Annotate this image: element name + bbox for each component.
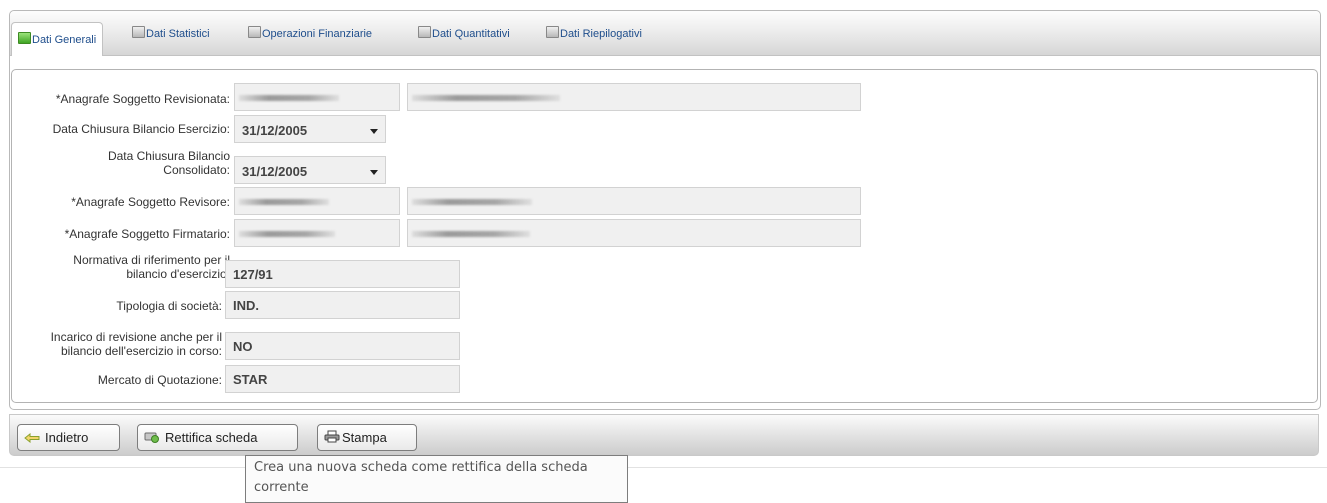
tab-icon (132, 26, 145, 38)
tab-dati-riepilogativi[interactable]: Dati Riepilogativi (540, 21, 648, 47)
printer-icon (324, 426, 340, 451)
tipologia-field[interactable]: IND. (225, 291, 460, 319)
bottom-toolbar: Indietro Rettifica scheda Stampa (9, 414, 1319, 456)
chiusura-consolidato-label-line1: Data Chiusura Bilancio (107, 149, 230, 163)
normativa-label-line1: Normativa di riferimento per il (73, 253, 230, 267)
tipologia-label: Tipologia di società: (116, 299, 222, 313)
incarico-label-line2: bilancio dell'esercizio in corso: (60, 344, 222, 358)
tab-icon (546, 26, 559, 38)
rectify-button-label: Rettifica scheda (165, 430, 258, 445)
incarico-label: Incarico di revisione anche per il bilan… (12, 330, 222, 358)
back-button-label: Indietro (45, 430, 89, 445)
back-button[interactable]: Indietro (17, 424, 120, 451)
revisionata-label: *Anagrafe Soggetto Revisionata: (55, 92, 230, 106)
print-button-label: Stampa (342, 430, 387, 445)
firmatario-label: *Anagrafe Soggetto Firmatario: (64, 227, 230, 241)
tab-label: Operazioni Finanziarie (262, 28, 373, 40)
tab-dati-quantitativi[interactable]: Dati Quantitativi (412, 21, 516, 47)
tab-dati-statistici[interactable]: Dati Statistici (126, 21, 216, 47)
revisionata-name-field[interactable] (407, 83, 861, 111)
divider (0, 467, 1327, 468)
tab-label: Dati Generali (32, 34, 97, 46)
tab-label: Dati Riepilogativi (560, 28, 642, 40)
chiusura-consolidato-value: 31/12/2005 (242, 164, 308, 179)
tab-icon (248, 26, 261, 38)
arrow-left-icon (24, 426, 40, 451)
incarico-label-line1: Incarico di revisione anche per il (50, 330, 222, 344)
chiusura-esercizio-label: Data Chiusura Bilancio Esercizio: (52, 122, 230, 136)
mercato-label: Mercato di Quotazione: (97, 373, 222, 387)
normativa-label-line2: bilancio d'esercizio: (126, 267, 230, 281)
rectify-icon (144, 426, 160, 451)
chiusura-esercizio-value: 31/12/2005 (242, 123, 308, 138)
revisore-name-field[interactable] (407, 187, 861, 215)
revisionata-code-field[interactable] (234, 83, 400, 111)
chiusura-consolidato-select[interactable]: 31/12/2005 (234, 156, 386, 184)
tab-dati-generali[interactable]: Dati Generali (11, 22, 104, 56)
tab-active-icon (18, 32, 31, 44)
normativa-label: Normativa di riferimento per il bilancio… (12, 253, 230, 281)
firmatario-code-field[interactable] (234, 219, 400, 247)
mercato-field[interactable]: STAR (225, 365, 460, 393)
tab-icon (418, 26, 431, 38)
chevron-down-icon[interactable] (370, 170, 378, 175)
chiusura-esercizio-select[interactable]: 31/12/2005 (234, 115, 386, 143)
firmatario-name-field[interactable] (407, 219, 861, 247)
rectify-button[interactable]: Rettifica scheda (137, 424, 298, 451)
tab-bar: Dati Generali Dati Statistici Operazioni… (10, 11, 1320, 56)
tab-operazioni-finanziarie[interactable]: Operazioni Finanziarie (242, 21, 378, 47)
main-panel: Dati Generali Dati Statistici Operazioni… (9, 10, 1321, 410)
chiusura-consolidato-label: Data Chiusura Bilancio Consolidato: (12, 149, 230, 177)
normativa-field[interactable]: 127/91 (225, 260, 460, 288)
chiusura-consolidato-label-line2: Consolidato: (163, 163, 230, 177)
revisore-code-field[interactable] (234, 187, 400, 215)
print-button[interactable]: Stampa (317, 424, 417, 451)
incarico-field[interactable]: NO (225, 332, 460, 360)
chevron-down-icon[interactable] (370, 129, 378, 134)
revisore-label: *Anagrafe Soggetto Revisore: (71, 195, 230, 209)
tab-label: Dati Statistici (146, 28, 210, 40)
rectify-tooltip: Crea una nuova scheda come rettifica del… (245, 455, 628, 503)
form-section: *Anagrafe Soggetto Revisionata: Data Chi… (11, 69, 1318, 403)
tab-label: Dati Quantitativi (432, 28, 510, 40)
